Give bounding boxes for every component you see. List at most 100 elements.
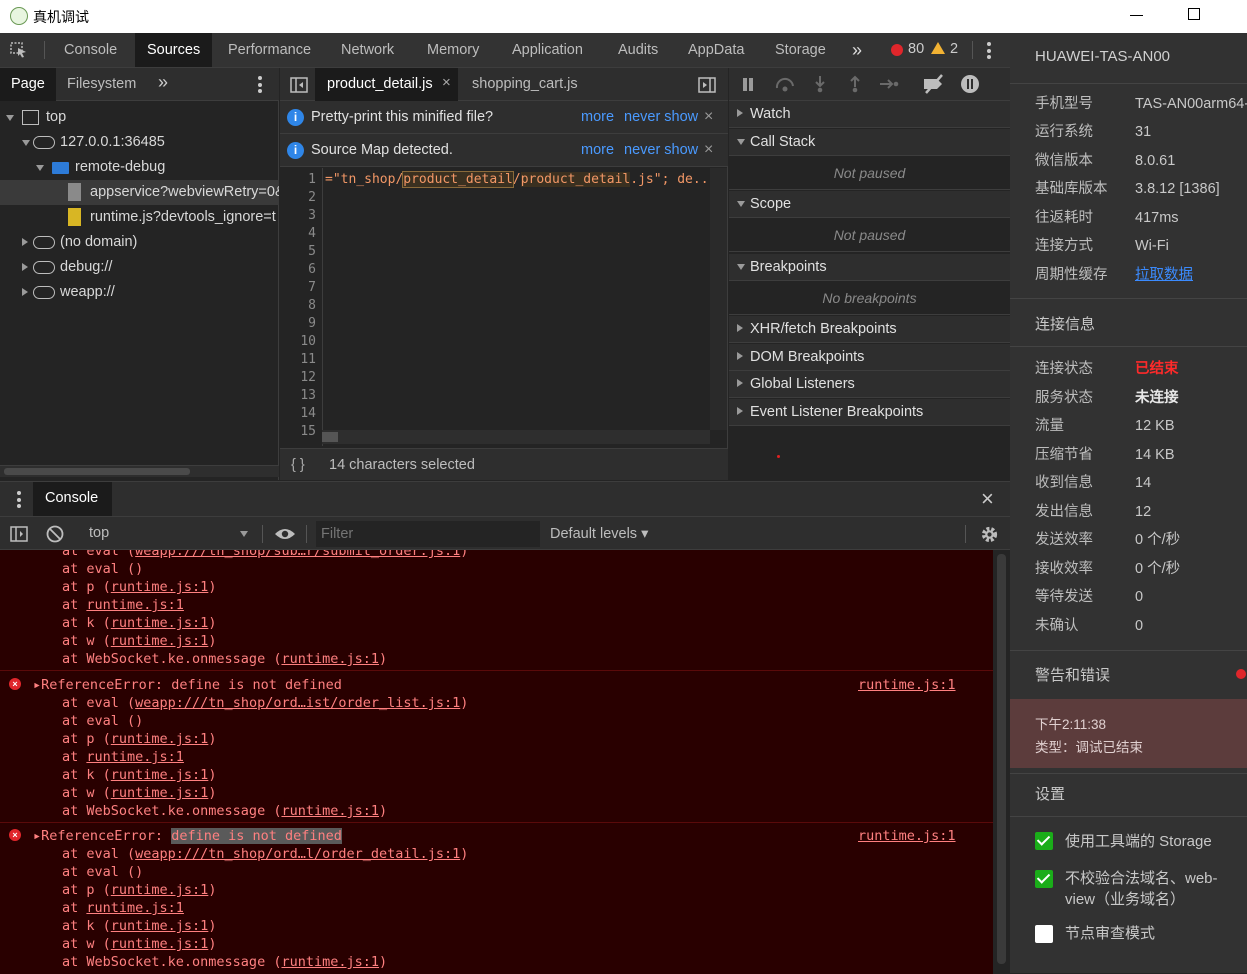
tab-page[interactable]: Page xyxy=(11,76,45,92)
toggle-debugger-icon[interactable] xyxy=(698,77,716,93)
inspect-element-icon[interactable] xyxy=(10,42,28,58)
code-line[interactable]: ="tn_shop/product_detail/product_detail.… xyxy=(325,171,709,188)
step-out-icon[interactable] xyxy=(848,75,862,93)
stack-frame[interactable]: at runtime.js:1 xyxy=(62,899,184,917)
tab-filesystem[interactable]: Filesystem xyxy=(67,76,136,92)
close-drawer-icon[interactable]: × xyxy=(981,486,994,512)
tab-product-detail[interactable]: product_detail.js × xyxy=(315,68,458,101)
maximize-button[interactable] xyxy=(1188,8,1200,20)
step-over-icon[interactable] xyxy=(774,76,796,92)
tree-item-runtime-js[interactable]: runtime.js?devtools_ignore=t xyxy=(0,205,279,230)
infobar-more-link[interactable]: more xyxy=(581,134,614,166)
navigator-more-button[interactable]: » xyxy=(158,72,168,93)
tab-storage[interactable]: Storage xyxy=(763,33,838,67)
file-icon xyxy=(68,183,81,201)
stack-frame[interactable]: at eval (weapp:///tn_shop/ord…l/order_de… xyxy=(62,845,468,863)
toggle-navigator-icon[interactable] xyxy=(290,77,308,93)
stack-frame[interactable]: at runtime.js:1 xyxy=(62,596,184,614)
tab-appdata[interactable]: AppData xyxy=(676,33,756,67)
breakpoints-pane-header[interactable]: Breakpoints xyxy=(729,254,1010,281)
stack-frame[interactable]: at p (runtime.js:1) xyxy=(62,881,216,899)
info-row: 周期性缓存 拉取数据 xyxy=(1035,264,1247,286)
show-sidebar-icon[interactable] xyxy=(10,526,28,542)
more-tabs-button[interactable]: » xyxy=(840,33,874,67)
eye-icon[interactable] xyxy=(274,527,296,541)
error-source-link[interactable]: runtime.js:1 xyxy=(858,676,956,694)
stack-frame[interactable]: at WebSocket.ke.onmessage (runtime.js:1) xyxy=(62,650,387,668)
console-filter-input[interactable] xyxy=(316,521,540,547)
tab-network[interactable]: Network xyxy=(329,33,406,67)
pause-icon[interactable] xyxy=(743,78,747,91)
clear-console-icon[interactable] xyxy=(46,525,64,543)
infobar-close-icon[interactable]: × xyxy=(704,101,713,133)
tab-sources[interactable]: Sources xyxy=(135,33,213,67)
drawer-menu-button[interactable] xyxy=(17,491,21,508)
xhr-breakpoints-header[interactable]: XHR/fetch Breakpoints xyxy=(729,316,1010,343)
navigator-menu-button[interactable] xyxy=(258,76,262,93)
stack-frame[interactable]: at eval (weapp:///tn_shop/ord…ist/order_… xyxy=(62,694,468,712)
editor-vscrollbar[interactable] xyxy=(710,168,727,430)
stack-frame[interactable]: at p (runtime.js:1) xyxy=(62,578,216,596)
infobar-close-icon[interactable]: × xyxy=(704,134,713,166)
console-scrollbar[interactable] xyxy=(993,550,1010,974)
tab-memory[interactable]: Memory xyxy=(415,33,491,67)
fetch-data-link[interactable]: 拉取数据 xyxy=(1135,264,1193,286)
context-selector[interactable]: top xyxy=(77,521,255,547)
stack-frame[interactable]: at eval (weapp:///tn_shop/sub…r/submit_o… xyxy=(62,550,468,560)
infobar-never-show-link[interactable]: never show xyxy=(624,134,698,166)
stack-frame[interactable]: at w (runtime.js:1) xyxy=(62,935,216,953)
tab-shopping-cart[interactable]: shopping_cart.js xyxy=(472,76,578,92)
error-message[interactable]: ▸ReferenceError: define is not defined xyxy=(33,827,342,845)
stack-frame[interactable]: at k (runtime.js:1) xyxy=(62,614,216,632)
scope-pane-header[interactable]: Scope xyxy=(729,191,1010,218)
pause-on-exceptions-icon[interactable] xyxy=(960,74,980,94)
close-tab-icon[interactable]: × xyxy=(442,74,451,91)
stack-frame[interactable]: at w (runtime.js:1) xyxy=(62,632,216,650)
tab-console[interactable]: Console xyxy=(52,33,129,67)
tree-item-appservice[interactable]: appservice?webviewRetry=0& xyxy=(0,180,279,205)
tree-item-host[interactable]: 127.0.0.1:36485 xyxy=(0,130,279,155)
step-icon[interactable] xyxy=(879,77,899,91)
global-listeners-header[interactable]: Global Listeners xyxy=(729,371,1010,398)
tree-item-remote-debug[interactable]: remote-debug xyxy=(0,155,279,180)
step-into-icon[interactable] xyxy=(813,75,827,93)
stack-frame[interactable]: at k (runtime.js:1) xyxy=(62,917,216,935)
error-count[interactable]: 80 xyxy=(908,41,924,57)
pretty-print-button[interactable]: { } xyxy=(291,449,305,481)
warning-count[interactable]: 2 xyxy=(950,41,958,57)
tree-item-weapp[interactable]: weapp:// xyxy=(0,280,279,305)
tab-application[interactable]: Application xyxy=(500,33,595,67)
stack-frame[interactable]: at WebSocket.ke.onmessage (runtime.js:1) xyxy=(62,953,387,971)
infobar-never-show-link[interactable]: never show xyxy=(624,101,698,133)
tree-item-no-domain[interactable]: (no domain) xyxy=(0,230,279,255)
stack-frame[interactable]: at p (runtime.js:1) xyxy=(62,730,216,748)
log-levels-dropdown[interactable]: Default levels ▾ xyxy=(550,526,648,542)
drawer-tab-console[interactable]: Console xyxy=(33,482,112,516)
deactivate-breakpoints-icon[interactable] xyxy=(922,74,946,94)
error-count-icon xyxy=(891,44,903,56)
editor-hscrollbar[interactable] xyxy=(322,430,710,444)
tree-item-debug[interactable]: debug:// xyxy=(0,255,279,280)
event-listener-breakpoints-header[interactable]: Event Listener Breakpoints xyxy=(729,399,1010,426)
tab-audits[interactable]: Audits xyxy=(606,33,670,67)
minimize-button[interactable] xyxy=(1130,15,1143,16)
stack-frame[interactable]: at k (runtime.js:1) xyxy=(62,766,216,784)
device-info-panel: HUAWEI-TAS-AN00 手机型号TAS-AN00arm64-v8a 运行… xyxy=(1010,33,1247,973)
navigator-scrollbar[interactable] xyxy=(0,465,279,477)
error-message[interactable]: ▸ReferenceError: define is not defined xyxy=(33,676,342,694)
call-stack-pane-header[interactable]: Call Stack xyxy=(729,129,1010,156)
stack-frame[interactable]: at w (runtime.js:1) xyxy=(62,784,216,802)
devtools-menu-button[interactable] xyxy=(987,42,991,59)
tab-performance[interactable]: Performance xyxy=(216,33,323,67)
dom-breakpoints-header[interactable]: DOM Breakpoints xyxy=(729,344,1010,371)
watch-pane-header[interactable]: Watch xyxy=(729,101,1010,128)
tree-item-top[interactable]: top xyxy=(0,105,279,130)
infobar-more-link[interactable]: more xyxy=(581,101,614,133)
gear-icon[interactable] xyxy=(980,525,999,544)
stack-frame[interactable]: at runtime.js:1 xyxy=(62,748,184,766)
storage-checkbox[interactable] xyxy=(1035,832,1053,850)
error-source-link[interactable]: runtime.js:1 xyxy=(858,827,956,845)
node-inspect-checkbox[interactable] xyxy=(1035,925,1053,943)
domain-check-checkbox[interactable] xyxy=(1035,870,1053,888)
stack-frame[interactable]: at WebSocket.ke.onmessage (runtime.js:1) xyxy=(62,802,387,820)
